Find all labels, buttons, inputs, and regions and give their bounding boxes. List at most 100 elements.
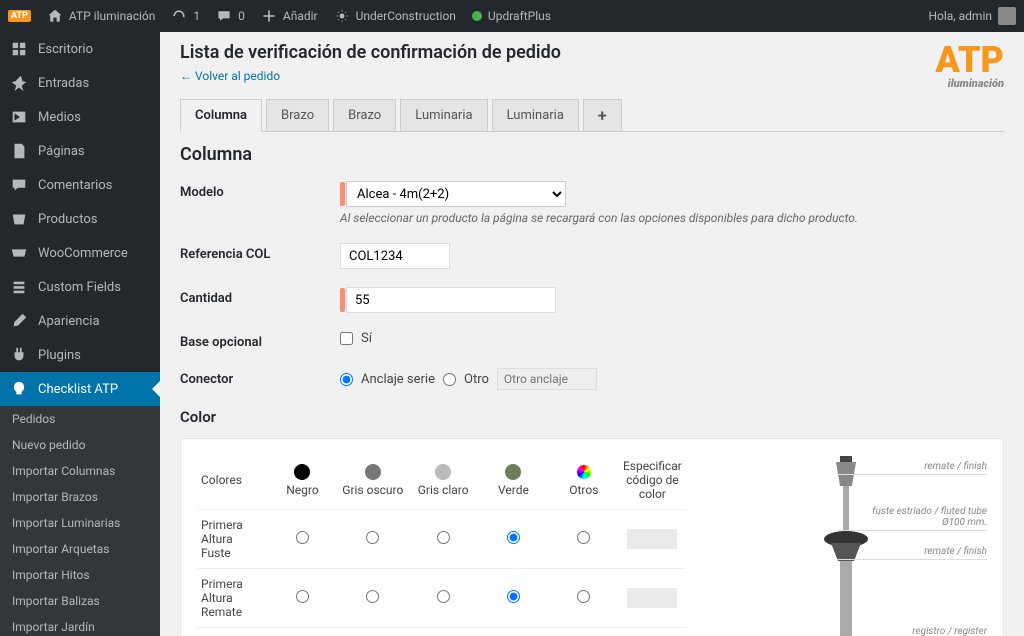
conector-serie-radio[interactable]: Anclaje serie — [340, 372, 435, 387]
submenu-item[interactable]: Importar Balizas — [0, 588, 160, 614]
referencia-input[interactable] — [340, 243, 450, 269]
sidebar-item-medios[interactable]: Medios — [0, 100, 160, 134]
avatar-icon — [998, 7, 1016, 25]
anno-fuste: fuste estriado / fluted tubeØ100 mm. — [837, 506, 987, 531]
pin-icon — [10, 74, 28, 92]
comment-icon — [10, 176, 28, 194]
color-radio[interactable] — [366, 590, 379, 603]
base-label: Base opcional — [180, 331, 340, 350]
site-name-item[interactable]: ATP iluminación — [47, 8, 156, 24]
bulb-icon — [10, 380, 28, 398]
anno-remate-bot: remate / finish — [837, 546, 987, 560]
base-checkbox[interactable] — [340, 332, 353, 345]
wp-admin-bar: ATP ATP iluminación 1 0 Añadir UnderCons… — [0, 0, 1024, 32]
color-header-label: Colores — [197, 451, 267, 510]
woo-icon — [10, 244, 28, 262]
required-accent-icon — [340, 182, 345, 206]
sidebar-item-comentarios[interactable]: Comentarios — [0, 168, 160, 202]
conector-otro-radio[interactable]: Otro — [443, 372, 489, 387]
updates-count: 1 — [193, 9, 200, 23]
color-radio[interactable] — [366, 531, 379, 544]
sidebar-item-checklist-atp[interactable]: Checklist ATP — [0, 372, 160, 406]
account-item[interactable]: Hola, admin — [928, 7, 1016, 25]
updraft-item[interactable]: UpdraftPlus — [472, 9, 551, 23]
submenu-item[interactable]: Importar Hitos — [0, 562, 160, 588]
plus-icon — [261, 8, 277, 24]
updates-item[interactable]: 1 — [171, 8, 200, 24]
swatch-icon — [576, 464, 592, 480]
tab-luminaria[interactable]: Luminaria — [400, 99, 487, 131]
admin-sidebar: EscritorioEntradasMediosPáginasComentari… — [0, 32, 160, 636]
comments-item[interactable]: 0 — [216, 8, 245, 24]
add-new-item[interactable]: Añadir — [261, 8, 318, 24]
sidebar-item-apariencia[interactable]: Apariencia — [0, 304, 160, 338]
color-radio[interactable] — [507, 590, 520, 603]
color-radio[interactable] — [437, 531, 450, 544]
modelo-label: Modelo — [180, 181, 340, 200]
sidebar-item-entradas[interactable]: Entradas — [0, 66, 160, 100]
color-code-input[interactable] — [627, 588, 677, 608]
underconstruction-item[interactable]: UnderConstruction — [334, 8, 456, 24]
comment-icon — [216, 8, 232, 24]
color-table: ColoresNegroGris oscuroGris claroVerdeOt… — [197, 451, 686, 636]
submenu-item[interactable]: Importar Columnas — [0, 458, 160, 484]
color-radio[interactable] — [296, 590, 309, 603]
base-option: Sí — [361, 331, 372, 346]
submenu-item[interactable]: Nuevo pedido — [0, 432, 160, 458]
product-tabs: ColumnaBrazoBrazoLuminariaLuminaria+ — [180, 99, 1004, 132]
color-col-gris-oscuro: Gris oscuro — [338, 451, 408, 510]
media-icon — [10, 108, 28, 126]
tab-brazo[interactable]: Brazo — [266, 99, 329, 131]
add-label: Añadir — [283, 9, 318, 23]
product-icon — [10, 210, 28, 228]
sidebar-item-custom-fields[interactable]: Custom Fields — [0, 270, 160, 304]
color-radio[interactable] — [296, 531, 309, 544]
wp-logo-badge: ATP — [8, 10, 31, 22]
sidebar-item-páginas[interactable]: Páginas — [0, 134, 160, 168]
sidebar-item-productos[interactable]: Productos — [0, 202, 160, 236]
anno-remate-top: remate / finish — [837, 461, 987, 475]
page-title: Lista de verificación de confirmación de… — [180, 42, 561, 63]
cantidad-label: Cantidad — [180, 287, 340, 306]
sidebar-item-woocommerce[interactable]: WooCommerce — [0, 236, 160, 270]
home-icon — [47, 8, 63, 24]
submenu-item[interactable]: Pedidos — [0, 406, 160, 432]
tab-columna[interactable]: Columna — [180, 99, 262, 132]
section-heading: Columna — [180, 144, 1004, 165]
conector-label: Conector — [180, 368, 340, 387]
color-radio[interactable] — [507, 531, 520, 544]
gear-icon — [334, 8, 350, 24]
dashboard-icon — [10, 40, 28, 58]
tab-add[interactable]: + — [583, 99, 622, 131]
back-link[interactable]: ← Volver al pedido — [180, 69, 280, 83]
submenu-item[interactable]: Importar Brazos — [0, 484, 160, 510]
uc-label: UnderConstruction — [356, 9, 456, 23]
site-name: ATP iluminación — [69, 9, 156, 23]
color-radio[interactable] — [577, 590, 590, 603]
swatch-icon — [505, 464, 521, 480]
conector-otro-input[interactable] — [497, 368, 597, 390]
modelo-select[interactable]: Alcea - 4m(2+2) — [346, 181, 566, 207]
tab-brazo[interactable]: Brazo — [333, 99, 396, 131]
color-col-gris-claro: Gris claro — [408, 451, 478, 510]
submenu-item[interactable]: Importar Arquetas — [0, 536, 160, 562]
sidebar-item-escritorio[interactable]: Escritorio — [0, 32, 160, 66]
swatch-icon — [435, 464, 451, 480]
main-content: Lista de verificación de confirmación de… — [160, 32, 1024, 636]
referencia-label: Referencia COL — [180, 243, 340, 262]
tab-luminaria[interactable]: Luminaria — [492, 99, 579, 131]
submenu-item[interactable]: Importar Jardín — [0, 614, 160, 636]
anno-registro: registro / registerIP66 — [912, 626, 987, 636]
color-col-verde: Verde — [478, 451, 548, 510]
color-radio[interactable] — [437, 590, 450, 603]
status-dot-icon — [472, 11, 482, 21]
required-accent-icon — [340, 288, 345, 312]
cantidad-input[interactable] — [346, 287, 556, 313]
color-radio[interactable] — [577, 531, 590, 544]
color-code-input[interactable] — [627, 529, 677, 549]
sidebar-item-plugins[interactable]: Plugins — [0, 338, 160, 372]
brand-logo: ATP iluminación — [935, 42, 1004, 89]
greeting: Hola, admin — [928, 9, 992, 23]
submenu-item[interactable]: Importar Luminarias — [0, 510, 160, 536]
color-row-label: Segunda Altura Fuste — [197, 628, 267, 636]
